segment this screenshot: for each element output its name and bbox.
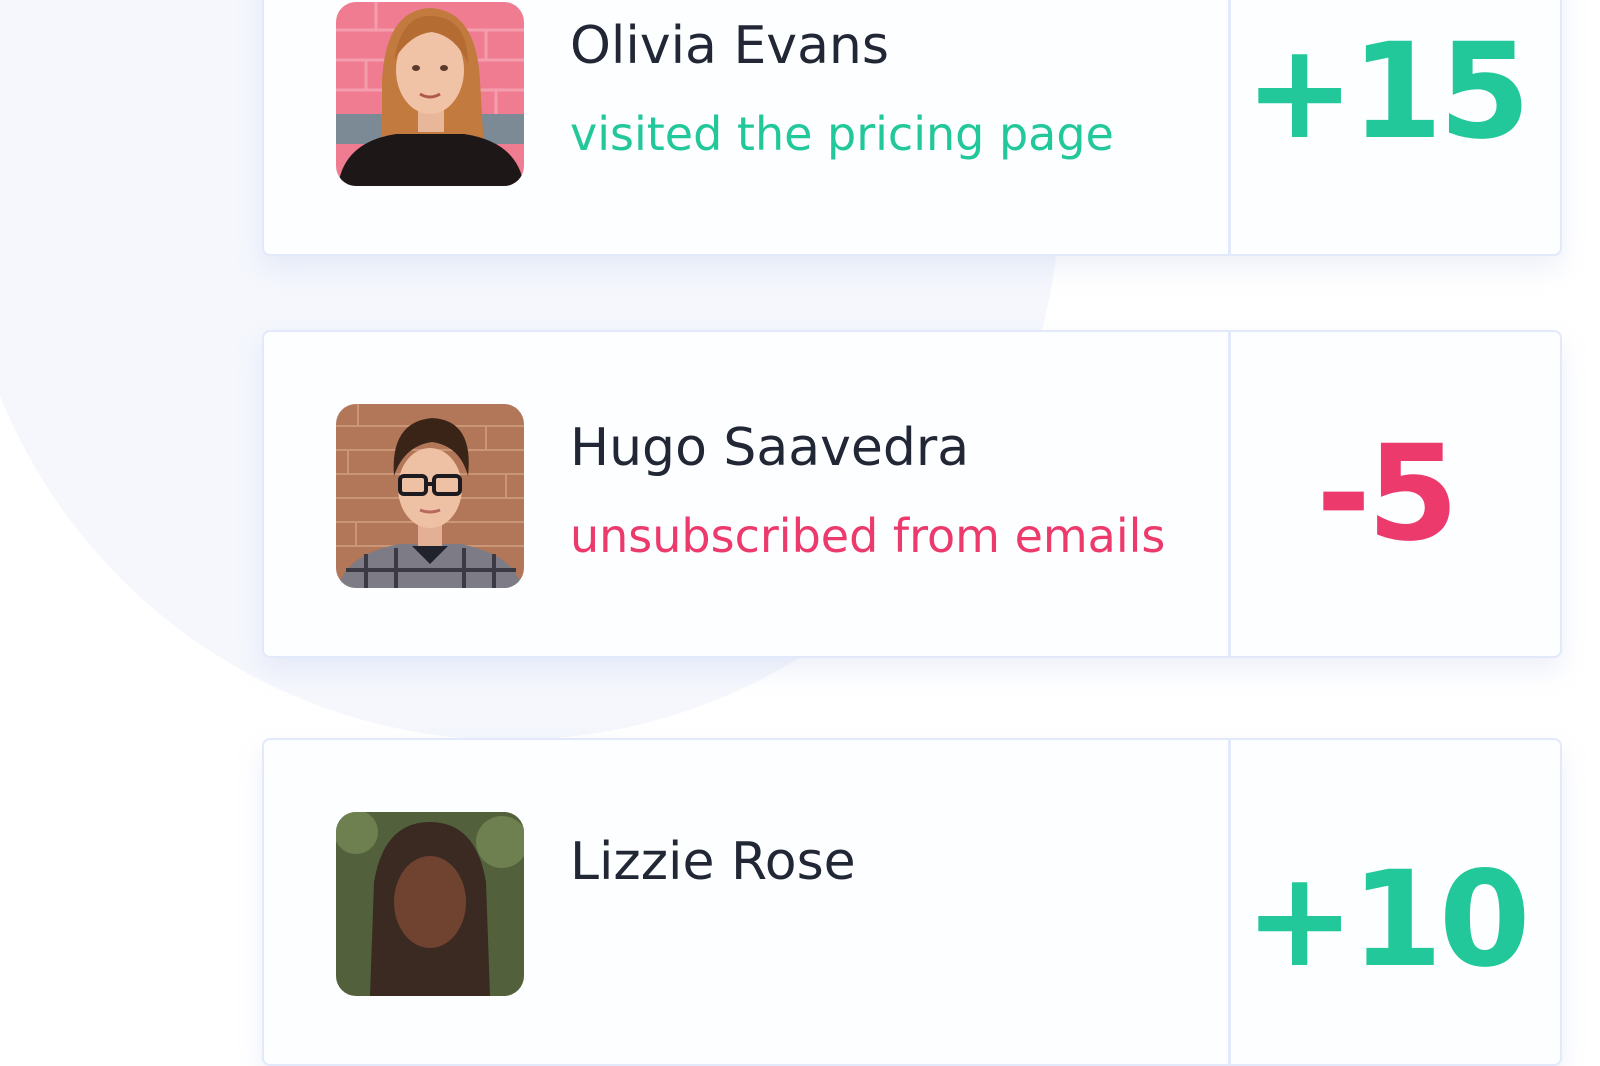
avatar-olivia-evans [336, 2, 524, 186]
activity-description: unsubscribed from emails [570, 509, 1166, 563]
person-name: Olivia Evans [570, 16, 889, 76]
score-cell: +15 [1231, 0, 1560, 254]
activity-details: Olivia Evans visited the pricing page [264, 0, 1231, 254]
score-change: +15 [1244, 15, 1530, 169]
avatar-lizzie-rose [336, 812, 524, 996]
avatar-hugo-saavedra [336, 404, 524, 588]
activity-details: Hugo Saavedra unsubscribed from emails [264, 332, 1231, 656]
activity-card[interactable]: Hugo Saavedra unsubscribed from emails -… [262, 330, 1562, 658]
score-change: -5 [1316, 417, 1459, 571]
activity-card[interactable]: Lizzie Rose +10 [262, 738, 1562, 1066]
score-change: +10 [1244, 843, 1530, 997]
activity-description: visited the pricing page [570, 107, 1114, 161]
person-name: Hugo Saavedra [570, 418, 970, 478]
activity-card[interactable]: Olivia Evans visited the pricing page +1… [262, 0, 1562, 256]
activity-details: Lizzie Rose [264, 740, 1231, 1064]
person-name: Lizzie Rose [570, 832, 856, 892]
score-cell: +10 [1231, 740, 1560, 1064]
score-cell: -5 [1231, 332, 1560, 656]
